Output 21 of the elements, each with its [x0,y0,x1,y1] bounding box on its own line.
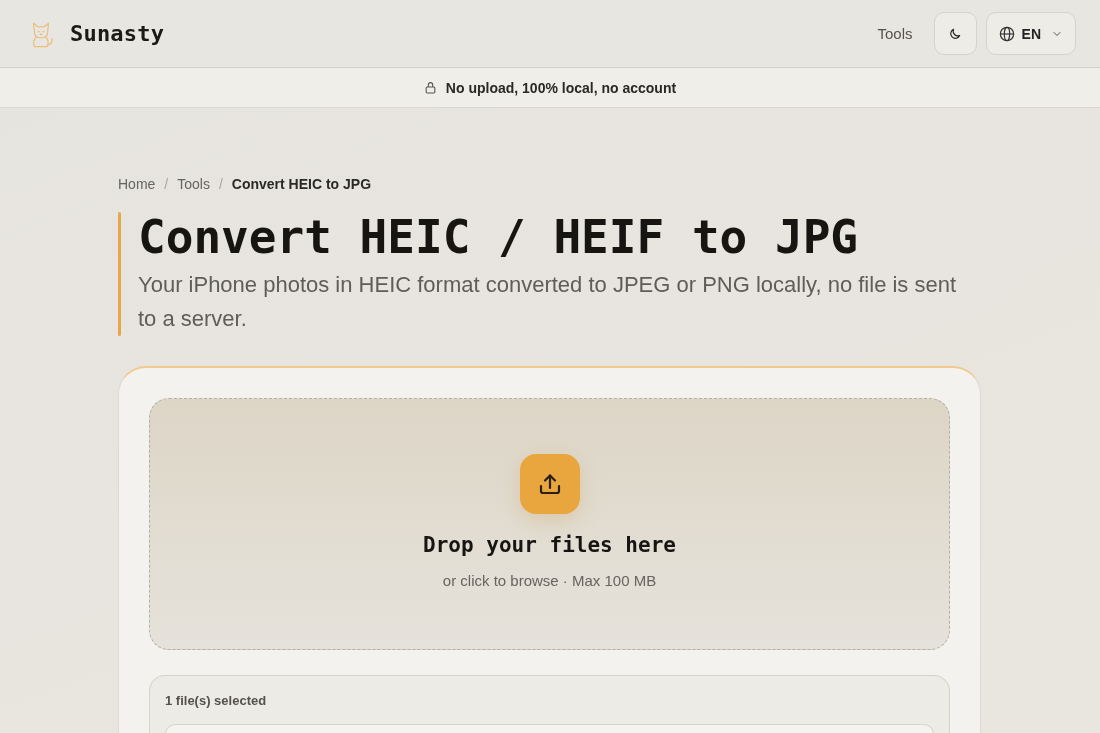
breadcrumb-link[interactable]: Tools [177,174,210,194]
dropzone-title: Drop your files here [423,532,676,559]
brand-name[interactable]: Sunasty [70,21,165,46]
page-description: Your iPhone photos in HEIC format converted to JPEG or PNG locally, no file is sent to a server. [138,271,958,333]
language-selector[interactable]: EN [985,12,1076,55]
selected-count: 1 file(s) selected [165,692,268,710]
banner-text: No upload, 100% local, no account [445,79,677,96]
dropzone-hint: or click to browse · Max 100 MB [442,571,657,591]
globe-icon [998,25,1015,42]
language-label: EN [1021,25,1041,42]
page-title: Convert HEIC / HEIF to JPG [138,212,860,262]
breadcrumb-separator: / [164,175,169,194]
breadcrumb-link[interactable]: Home [118,174,156,194]
theme-toggle-button[interactable] [933,12,977,55]
breadcrumb-separator: / [218,175,223,194]
upload-icon [519,454,580,514]
nav-link[interactable]: Tools [877,25,913,42]
moon-icon [948,26,963,41]
breadcrumb-current: Convert HEIC to JPG [231,175,372,194]
drop-zone[interactable]: Drop your files here or click to browse · Max 100 MB [149,398,950,650]
lock-icon [423,81,437,94]
